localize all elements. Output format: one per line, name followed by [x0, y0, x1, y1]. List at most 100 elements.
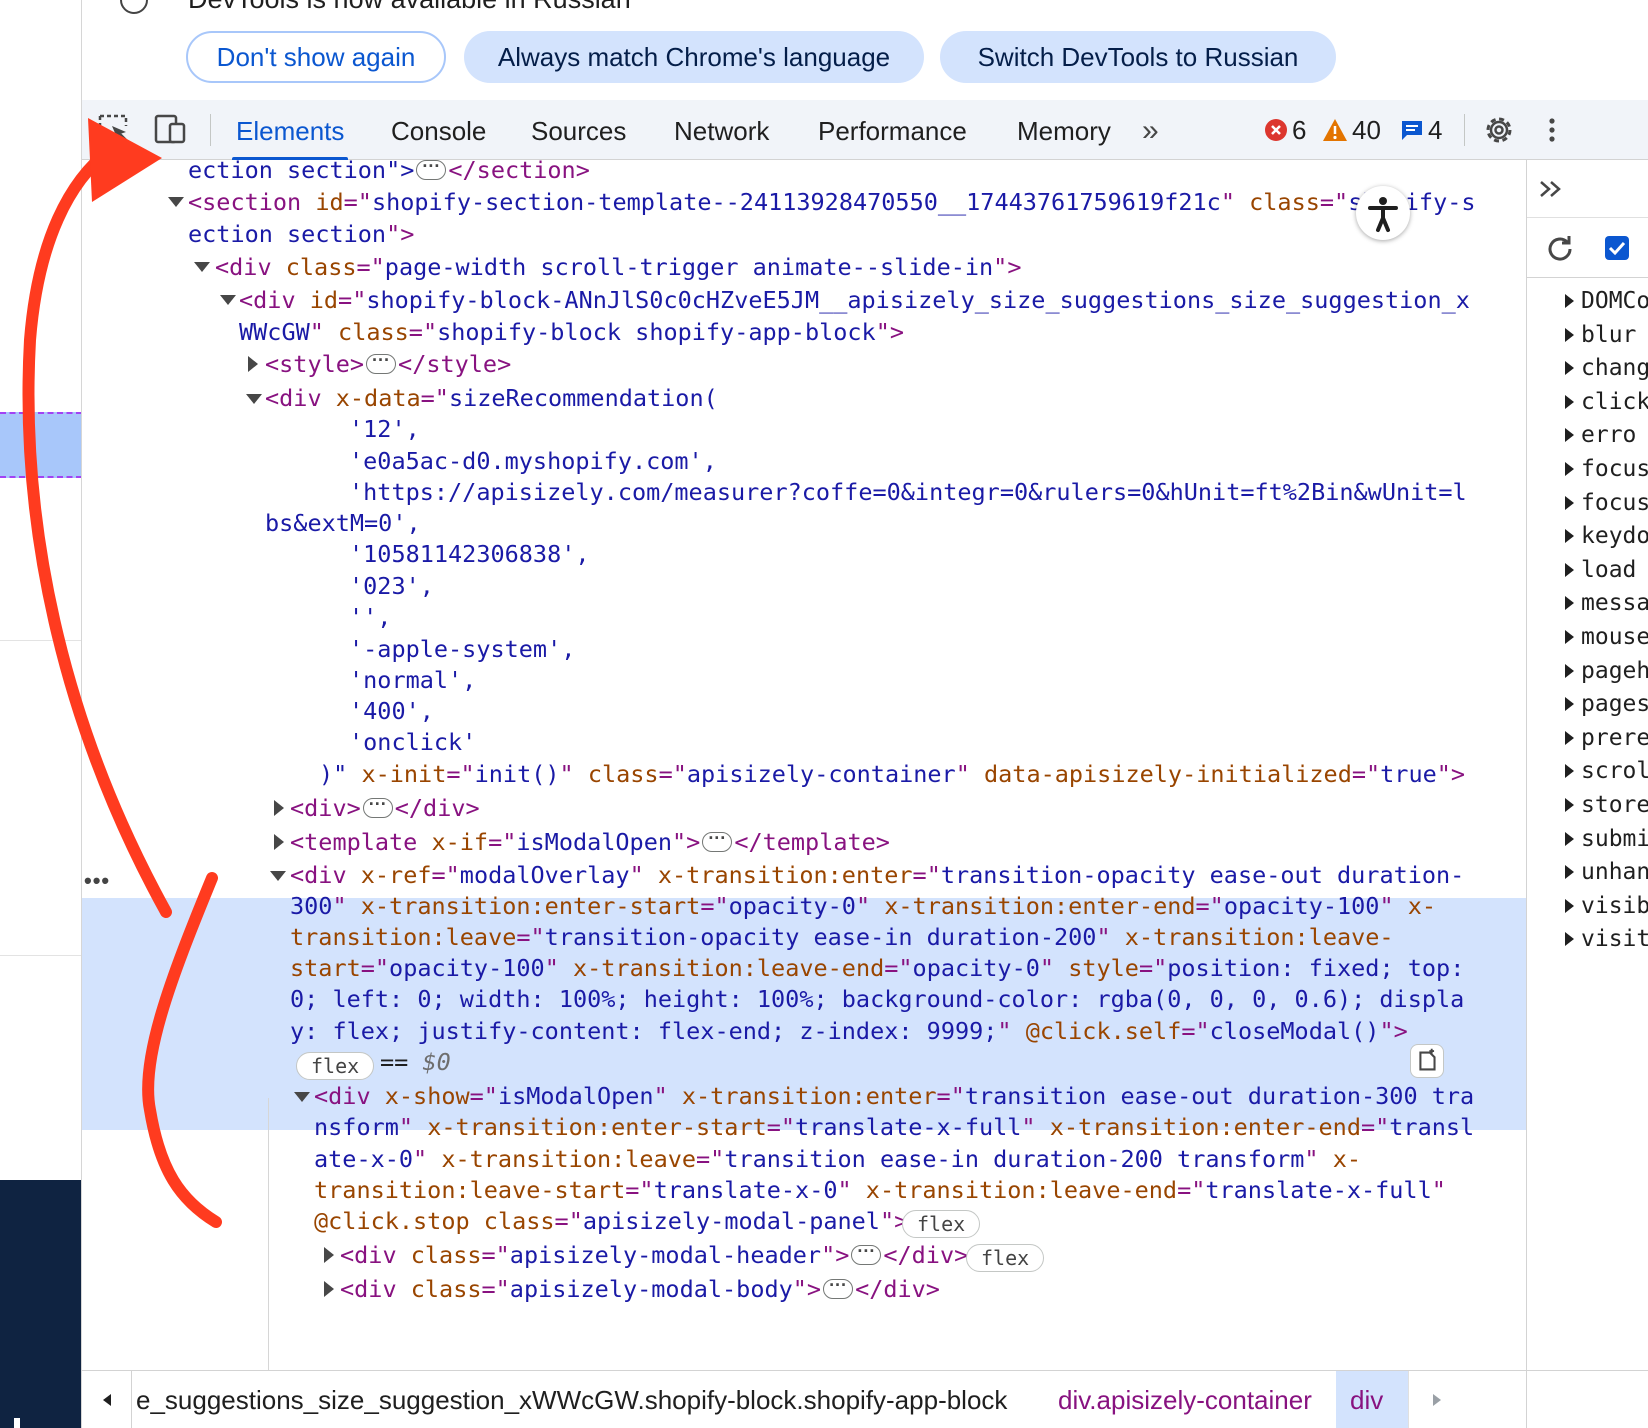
right-arrow-icon[interactable] [1408, 1371, 1464, 1428]
dom-tree[interactable]: ection section"> ··· </section> <section i… [82, 160, 1526, 1370]
event-listener-item[interactable]: focus [1581, 452, 1648, 486]
dom-line[interactable]: '400', [349, 695, 434, 728]
flex-badge[interactable]: flex [902, 1210, 981, 1238]
switch-to-russian-button[interactable]: Switch DevTools to Russian [940, 31, 1336, 83]
dom-line-selected[interactable]: <div x-ref="modalOverlay" x-transition:e… [290, 859, 1464, 892]
event-listener-item[interactable]: messa [1581, 586, 1648, 620]
collapsed-ellipsis[interactable]: ··· [416, 160, 447, 180]
dom-line[interactable]: <div id="shopify-block-ANnJlS0c0cHZveE5J… [239, 284, 1470, 317]
expand-triangle-icon[interactable] [1565, 361, 1574, 376]
event-listener-item[interactable]: unhan [1581, 855, 1648, 889]
breadcrumb-item[interactable]: e_suggestions_size_suggestion_xWWcGW.sho… [136, 1371, 1007, 1428]
event-listener-item[interactable]: keydo [1581, 519, 1648, 553]
dont-show-again-button[interactable]: Don't show again [186, 31, 446, 83]
collapsed-ellipsis[interactable]: ··· [702, 829, 733, 852]
collapse-triangle-icon[interactable] [248, 356, 258, 372]
dom-line[interactable]: <div x-show="isModalOpen" x-transition:e… [314, 1080, 1474, 1113]
expand-triangle-icon[interactable] [194, 262, 210, 272]
dom-line[interactable]: ate-x-0" x-transition:leave="transition … [314, 1143, 1361, 1176]
breadcrumb-item-current[interactable]: div [1336, 1371, 1408, 1428]
copy-icon[interactable] [1410, 1044, 1444, 1078]
expand-triangle-icon[interactable] [1565, 764, 1574, 779]
message-count[interactable]: 4 [1400, 112, 1442, 148]
more-tabs-icon[interactable] [1535, 174, 1569, 204]
tab-console[interactable]: Console [391, 100, 486, 160]
expand-triangle-icon[interactable] [1565, 428, 1574, 443]
tab-network[interactable]: Network [674, 100, 769, 160]
expand-triangle-icon[interactable] [1565, 697, 1574, 712]
warning-count[interactable]: 40 [1322, 112, 1381, 148]
error-count[interactable]: 6 [1264, 112, 1306, 148]
collapsed-ellipsis[interactable]: ··· [823, 1276, 854, 1299]
event-listener-item[interactable]: focus [1581, 486, 1648, 520]
refresh-icon[interactable] [1543, 232, 1577, 266]
expand-triangle-icon[interactable] [168, 197, 184, 207]
device-toolbar-icon[interactable] [152, 112, 190, 148]
more-tabs-icon[interactable]: » [1142, 100, 1159, 160]
dom-line[interactable]: '023', [349, 570, 434, 603]
expand-triangle-icon[interactable] [220, 295, 236, 305]
flex-badge[interactable]: flex [966, 1244, 1045, 1272]
dom-line[interactable]: <div class="apisizely-modal-body"> ··· </d… [340, 1273, 940, 1306]
event-listener-item[interactable]: click [1581, 385, 1648, 419]
always-match-language-button[interactable]: Always match Chrome's language [464, 31, 924, 83]
dom-line[interactable]: <style> ··· </style> [265, 348, 511, 381]
expand-triangle-icon[interactable] [1565, 327, 1574, 342]
dom-line[interactable]: transition:leave-start="translate-x-0" x… [314, 1174, 1446, 1207]
dom-line[interactable]: <div class="apisizely-modal-header"> ··· <… [340, 1239, 968, 1272]
dom-line[interactable]: '', [349, 601, 391, 634]
event-listener-item[interactable]: mouse [1581, 620, 1648, 654]
event-listener-item[interactable]: load [1581, 553, 1636, 587]
dom-line[interactable]: '12', [349, 413, 420, 446]
dom-line[interactable]: 'https://apisizely.com/measurer?coffe=0&… [349, 476, 1467, 509]
flex-badge[interactable]: flex [296, 1052, 375, 1080]
expand-triangle-icon[interactable] [1565, 798, 1574, 812]
dom-line-selected[interactable]: 300" x-transition:enter-start="opacity-0… [290, 890, 1436, 923]
expand-triangle-icon[interactable] [1565, 730, 1574, 745]
left-arrow-icon[interactable] [82, 1371, 132, 1428]
event-listener-item[interactable]: blur [1581, 318, 1636, 352]
event-listener-item[interactable]: submi [1581, 822, 1648, 856]
dom-line[interactable]: @click.stop class="apisizely-modal-panel… [314, 1205, 908, 1238]
event-listener-item[interactable]: erro [1581, 418, 1636, 452]
dom-line[interactable]: '10581142306838', [349, 538, 590, 571]
expand-triangle-icon[interactable] [1565, 932, 1574, 947]
dom-line[interactable]: <template x-if="isModalOpen"> ··· </templa… [290, 826, 890, 859]
event-listener-item[interactable]: scrol [1581, 754, 1648, 788]
expand-triangle-icon[interactable] [294, 1092, 310, 1102]
tab-memory[interactable]: Memory [1017, 100, 1111, 160]
expand-triangle-icon[interactable] [270, 871, 286, 881]
dom-line[interactable]: nsform" x-transition:enter-start="transl… [314, 1111, 1474, 1144]
tab-elements[interactable]: Elements [231, 100, 349, 160]
dom-line[interactable]: <div x-data="sizeRecommendation( [265, 382, 718, 415]
collapsed-ellipsis[interactable]: ··· [851, 1242, 882, 1265]
collapsed-ellipsis[interactable]: ··· [362, 795, 393, 818]
dom-line[interactable]: ection section"> [188, 218, 414, 251]
dom-line[interactable]: 'onclick' [349, 726, 476, 759]
event-listener-item[interactable]: prere [1581, 721, 1648, 755]
dom-line[interactable]: '-apple-system', [349, 633, 575, 666]
expand-triangle-icon[interactable] [1565, 898, 1574, 913]
settings-gear-icon[interactable] [1480, 112, 1518, 148]
breadcrumb-item[interactable]: div.apisizely-container [1058, 1371, 1312, 1428]
checkbox-icon[interactable] [1603, 234, 1631, 262]
dom-line[interactable]: 'e0a5ac-d0.myshopify.com', [349, 445, 717, 478]
dom-line[interactable]: ection section"> ··· </section> [188, 160, 590, 187]
inspect-element-icon[interactable] [96, 112, 134, 148]
event-listener-item[interactable]: visit [1581, 922, 1648, 956]
dom-line[interactable]: 'normal', [349, 664, 476, 697]
expand-triangle-icon[interactable] [1565, 462, 1574, 476]
expand-triangle-icon[interactable] [1565, 831, 1574, 846]
event-listener-item[interactable]: store [1581, 788, 1648, 822]
collapse-triangle-icon[interactable] [324, 1281, 334, 1297]
expand-triangle-icon[interactable] [1565, 495, 1574, 510]
collapsed-ellipsis[interactable]: ··· [366, 351, 397, 374]
expand-triangle-icon[interactable] [1565, 663, 1574, 678]
dom-line[interactable]: WWcGW" class="shopify-block shopify-app-… [239, 316, 904, 349]
node-actions-ellipsis-icon[interactable]: ••• [84, 868, 110, 894]
dom-line[interactable]: bs&extM=0', [265, 507, 421, 540]
tab-performance[interactable]: Performance [818, 100, 967, 160]
collapse-triangle-icon[interactable] [274, 834, 284, 850]
expand-triangle-icon[interactable] [1565, 630, 1574, 644]
collapse-triangle-icon[interactable] [324, 1247, 334, 1263]
